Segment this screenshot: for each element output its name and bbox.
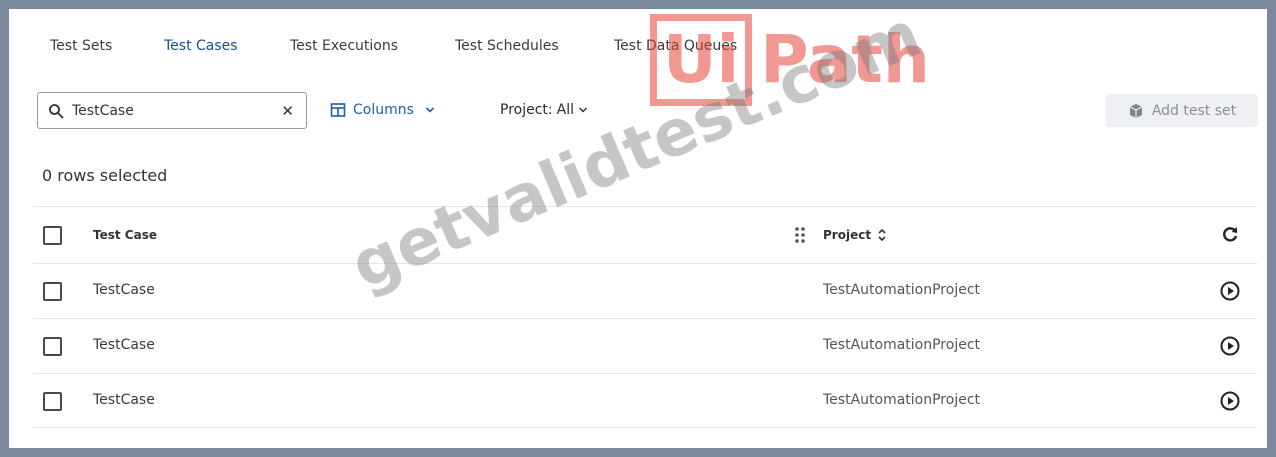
test-case-name: TestCase [93,392,155,408]
project-filter-label: Project: [500,102,553,118]
column-header-project[interactable]: Project [823,228,887,242]
search-box: ✕ [37,92,307,129]
rows-selected-status: 0 rows selected [42,166,168,185]
play-icon[interactable] [1219,390,1241,412]
project-filter-value: All [556,102,574,118]
sort-icon[interactable] [877,228,887,242]
test-case-project: TestAutomationProject [823,282,981,298]
search-input[interactable] [72,100,272,122]
logo-path-text: Path [760,20,930,98]
column-header-test-case[interactable]: Test Case [93,228,157,242]
test-case-project: TestAutomationProject [823,337,981,353]
add-test-set-button[interactable]: Add test set [1106,94,1258,127]
search-icon [49,104,64,119]
columns-label: Columns [353,102,414,118]
drag-handle-icon[interactable] [793,225,807,245]
test-case-name: TestCase [93,282,155,298]
chevron-down-icon [578,107,588,113]
add-test-set-label: Add test set [1151,102,1237,119]
table-row[interactable]: TestCase TestAutomationProject [33,373,1257,428]
select-all-checkbox[interactable] [43,226,62,245]
uipath-logo-watermark: Ui Path [650,12,930,107]
tab-test-sets[interactable]: Test Sets [50,38,112,54]
table-row[interactable]: TestCase TestAutomationProject [33,318,1257,373]
row-checkbox[interactable] [43,282,62,301]
tab-test-cases[interactable]: Test Cases [164,38,238,54]
columns-button[interactable]: Columns [330,98,435,122]
row-checkbox[interactable] [43,392,62,411]
cube-icon [1129,103,1143,118]
table-header-row: Test Case Project [33,206,1257,263]
table-row[interactable]: TestCase TestAutomationProject [33,263,1257,318]
tab-test-executions[interactable]: Test Executions [290,38,398,54]
play-icon[interactable] [1219,335,1241,357]
test-case-project: TestAutomationProject [823,392,981,408]
tab-test-schedules[interactable]: Test Schedules [455,38,559,54]
chevron-down-icon [425,107,434,113]
test-case-name: TestCase [93,337,155,353]
play-icon[interactable] [1219,280,1241,302]
test-cases-table: Test Case Project TestCase TestAutomatio… [33,206,1257,428]
row-checkbox[interactable] [43,337,62,356]
refresh-icon[interactable] [1219,223,1241,245]
columns-icon [330,103,346,117]
logo-ui-box: Ui [650,13,753,106]
project-filter[interactable]: Project: All [500,98,588,122]
column-header-project-label: Project [823,228,872,242]
close-icon[interactable]: ✕ [281,101,294,121]
